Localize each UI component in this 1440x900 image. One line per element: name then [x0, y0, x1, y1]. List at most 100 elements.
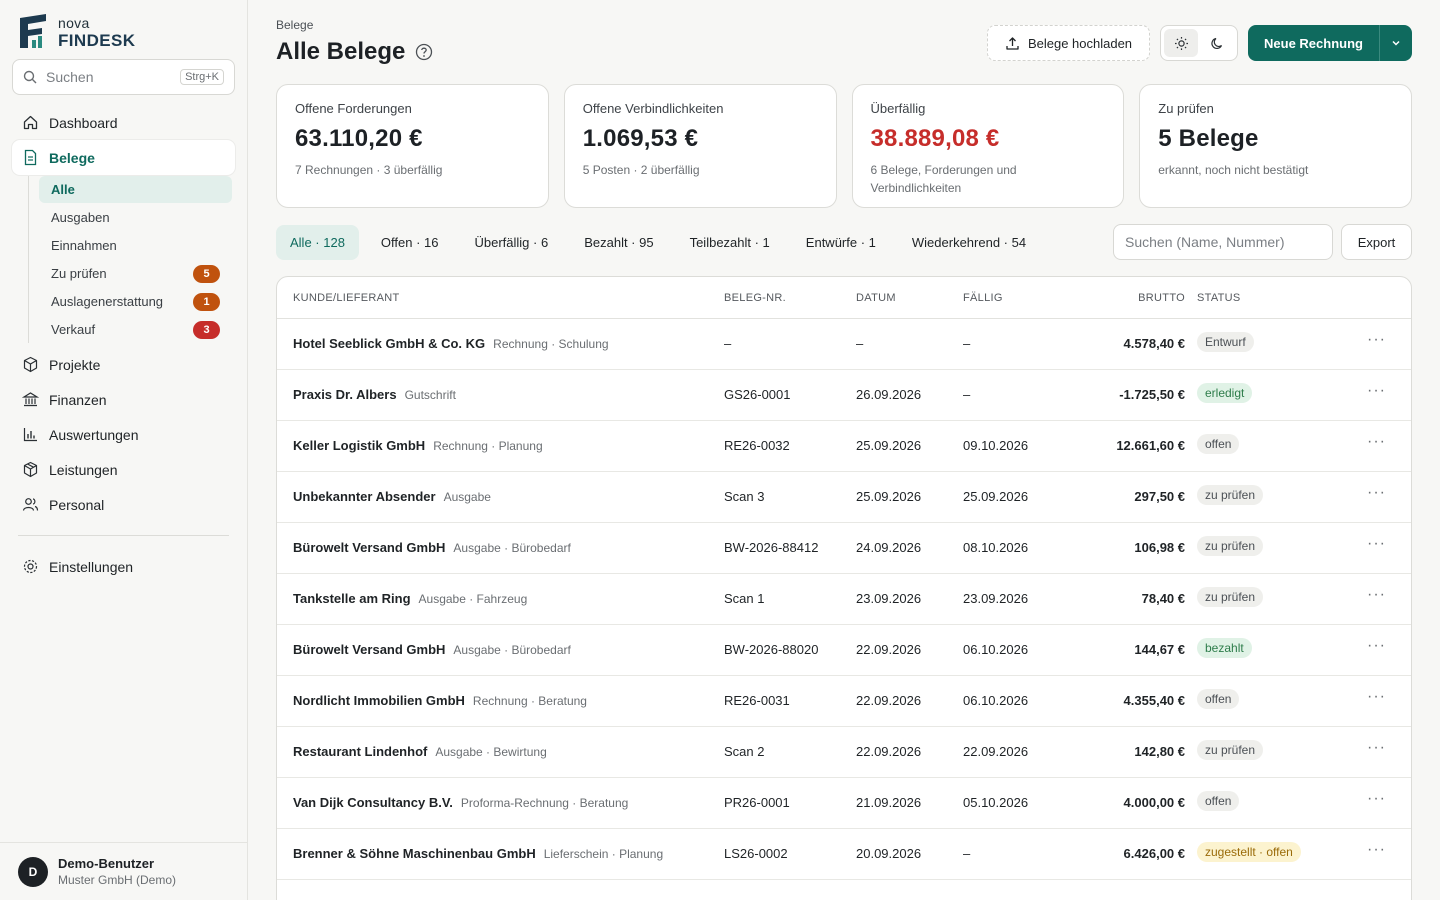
help-icon[interactable] — [415, 43, 433, 61]
col-header-due[interactable]: FÄLLIG — [963, 292, 1003, 304]
sidebar-item-auswertungen[interactable]: Auswertungen — [12, 417, 235, 452]
row-type: Rechnung · Schulung — [493, 337, 609, 351]
findesk-logo-icon — [20, 14, 46, 48]
sidebar-subitem-auslagenerstattung[interactable]: Auslagenerstattung 1 — [39, 288, 232, 315]
sidebar-subitem-alle[interactable]: Alle — [39, 176, 232, 203]
sidebar-item-label: Leistungen — [49, 461, 118, 478]
sidebar-subitem-verkauf[interactable]: Verkauf 3 — [39, 316, 232, 343]
chevron-down-icon — [1392, 40, 1400, 46]
count-badge: 3 — [193, 321, 220, 339]
row-more-menu-icon[interactable]: ··· — [1367, 535, 1386, 553]
card-to-review[interactable]: Zu prüfen 5 Belege erkannt, noch nicht b… — [1139, 84, 1412, 208]
card-open-receivables[interactable]: Offene Forderungen 63.110,20 € 7 Rechnun… — [276, 84, 549, 208]
avatar: D — [18, 856, 48, 887]
filter-tab-entwuerfe[interactable]: Entwürfe · 1 — [792, 225, 890, 260]
new-invoice-label[interactable]: Neue Rechnung — [1248, 25, 1379, 61]
card-overdue[interactable]: Überfällig 38.889,08 € 6 Belege, Forderu… — [851, 84, 1125, 208]
row-more-menu-icon[interactable]: ··· — [1367, 382, 1386, 400]
col-header-brutto[interactable]: BRUTTO — [1138, 292, 1185, 304]
export-button[interactable]: Export — [1341, 224, 1412, 260]
col-header-status[interactable]: STATUS — [1197, 292, 1241, 304]
breadcrumb[interactable]: Belege — [276, 18, 313, 32]
table-row[interactable]: Praxis Dr. Albers Gutschrift GS26-0001 26.0… — [277, 370, 1411, 421]
main-content: Belege Alle Belege Belege hochladen Neue… — [248, 0, 1440, 900]
row-status-cell: zu prüfen — [1197, 740, 1264, 760]
sidebar-item-projekte[interactable]: Projekte — [12, 347, 235, 382]
row-brutto: 12.661,60 € — [1116, 438, 1185, 453]
user-profile[interactable]: D Demo-Benutzer Muster GmbH (Demo) — [0, 842, 247, 900]
upload-label: Belege hochladen — [1027, 35, 1133, 51]
dark-mode-button[interactable] — [1200, 29, 1234, 57]
row-more-menu-icon[interactable]: ··· — [1367, 586, 1386, 604]
sidebar-subitem-einnahmen[interactable]: Einnahmen — [39, 232, 232, 259]
table-row[interactable]: Hotel Seeblick GmbH & Co. KG Rechnung · S… — [277, 319, 1411, 370]
row-more-menu-icon[interactable]: ··· — [1367, 637, 1386, 655]
table-header: KUNDE/LIEFERANT BELEG-NR. DATUM FÄLLIG B… — [277, 277, 1411, 319]
row-type: Ausgabe · Bürobedarf — [453, 541, 571, 555]
col-header-name[interactable]: KUNDE/LIEFERANT — [293, 292, 400, 304]
row-more-menu-icon[interactable]: ··· — [1367, 484, 1386, 502]
status-badge: zu prüfen — [1197, 485, 1264, 505]
table-row[interactable]: Brenner & Söhne Maschinenbau GmbH Liefers… — [277, 829, 1411, 880]
bank-icon — [22, 391, 39, 408]
row-more-menu-icon[interactable]: ··· — [1367, 433, 1386, 451]
table-row[interactable]: Bürowelt Versand GmbH Ausgabe · Bürobedar… — [277, 625, 1411, 676]
card-value: 1.069,53 € — [582, 125, 699, 152]
table-row[interactable]: Tankstelle am Ring Ausgabe · Fahrzeug Scan… — [277, 574, 1411, 625]
card-open-payables[interactable]: Offene Verbindlichkeiten 1.069,53 € 5 Po… — [563, 84, 837, 208]
belege-submenu: Alle Ausgaben Einnahmen Zu prüfen 5 Ausla… — [28, 176, 235, 343]
users-icon — [22, 496, 39, 513]
row-more-menu-icon[interactable]: ··· — [1367, 790, 1386, 808]
row-type: Gutschrift — [404, 388, 456, 402]
sidebar-item-personal[interactable]: Personal — [12, 487, 235, 522]
row-number: Scan 1 — [724, 591, 765, 606]
row-name-cell: Bürowelt Versand GmbH Ausgabe · Bürobedar… — [293, 540, 571, 555]
table-row[interactable]: Unbekannter Absender Ausgabe Scan 3 25.09.2… — [277, 472, 1411, 523]
new-invoice-button[interactable]: Neue Rechnung — [1248, 25, 1412, 61]
filter-tabs: Alle · 128 Offen · 16 Überfällig · 6 Bez… — [276, 225, 1048, 260]
sidebar-item-belege[interactable]: Belege — [12, 140, 235, 175]
filter-tab-wiederkehrend[interactable]: Wiederkehrend · 54 — [898, 225, 1040, 260]
row-name-cell: Tankstelle am Ring Ausgabe · Fahrzeug — [293, 591, 527, 606]
row-status-cell: zugestellt · offen — [1197, 842, 1301, 862]
row-more-menu-icon[interactable]: ··· — [1367, 331, 1386, 349]
sidebar-item-dashboard[interactable]: Dashboard — [12, 105, 235, 140]
row-brutto: 142,80 € — [1134, 744, 1185, 759]
row-brutto: 297,50 € — [1134, 489, 1185, 504]
row-more-menu-icon[interactable]: ··· — [1367, 841, 1386, 859]
table-search-input[interactable]: Suchen (Name, Nummer) — [1113, 224, 1333, 260]
status-badge: zu prüfen — [1197, 587, 1264, 607]
card-label: Zu prüfen — [1158, 101, 1214, 116]
col-header-date[interactable]: DATUM — [856, 292, 896, 304]
filter-tab-alle[interactable]: Alle · 128 — [276, 225, 359, 260]
light-mode-button[interactable] — [1164, 29, 1198, 57]
sidebar-search[interactable]: Suchen Strg+K — [12, 59, 235, 95]
sidebar-item-finanzen[interactable]: Finanzen — [12, 382, 235, 417]
upload-button[interactable]: Belege hochladen — [987, 25, 1150, 61]
row-more-menu-icon[interactable]: ··· — [1367, 739, 1386, 757]
sidebar-item-leistungen[interactable]: Leistungen — [12, 452, 235, 487]
sidebar-item-einstellungen[interactable]: Einstellungen — [12, 549, 235, 584]
filter-tab-bezahlt[interactable]: Bezahlt · 95 — [570, 225, 667, 260]
table-row[interactable]: Bürowelt Versand GmbH Ausgabe · Bürobedar… — [277, 523, 1411, 574]
table-body: Hotel Seeblick GmbH & Co. KG Rechnung · S… — [277, 319, 1411, 880]
sidebar-subitem-ausgaben[interactable]: Ausgaben — [39, 204, 232, 231]
row-name-cell: Restaurant Lindenhof Ausgabe · Bewirtung — [293, 744, 547, 759]
filter-tab-offen[interactable]: Offen · 16 — [367, 225, 453, 260]
logo[interactable]: nova FINDESK — [18, 12, 135, 52]
filter-tab-ueberfaellig[interactable]: Überfällig · 6 — [461, 225, 563, 260]
col-header-number[interactable]: BELEG-NR. — [724, 292, 786, 304]
row-brutto: 106,98 € — [1134, 540, 1185, 555]
row-due: – — [963, 387, 971, 402]
new-invoice-dropdown[interactable] — [1379, 25, 1412, 61]
row-more-menu-icon[interactable]: ··· — [1367, 688, 1386, 706]
theme-toggle[interactable] — [1160, 25, 1238, 61]
table-row[interactable]: Restaurant Lindenhof Ausgabe · Bewirtung S… — [277, 727, 1411, 778]
filter-tab-teilbezahlt[interactable]: Teilbezahlt · 1 — [676, 225, 784, 260]
table-row[interactable]: Nordlicht Immobilien GmbH Rechnung · Bera… — [277, 676, 1411, 727]
sidebar-subitem-zu-pruefen[interactable]: Zu prüfen 5 — [39, 260, 232, 287]
table-row[interactable]: Van Dijk Consultancy B.V. Proforma-Rechnu… — [277, 778, 1411, 829]
table-row[interactable]: Keller Logistik GmbH Rechnung · Planung RE… — [277, 421, 1411, 472]
row-number: BW-2026-88020 — [724, 642, 819, 657]
row-number: PR26-0001 — [724, 795, 790, 810]
